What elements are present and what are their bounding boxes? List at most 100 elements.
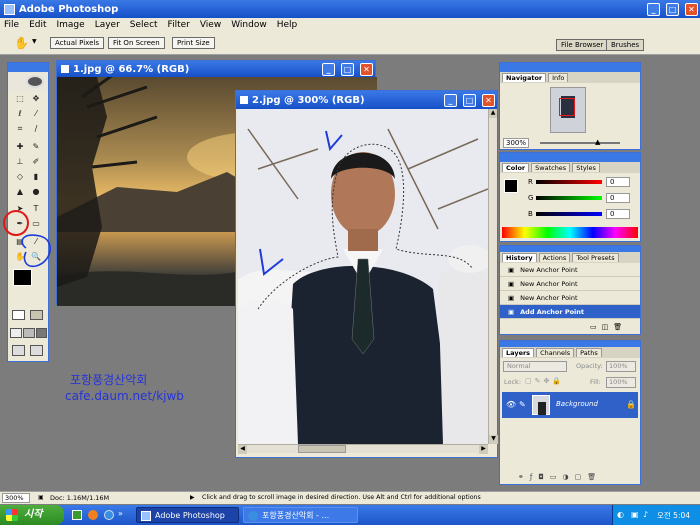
gradient-tool-icon[interactable]: ▮ [29,171,43,183]
navigator-zoom-field[interactable]: 300% [503,138,530,148]
scroll-right-arrow-icon[interactable]: ▶ [479,445,488,454]
tab-info[interactable]: Info [548,73,569,82]
actual-pixels-button[interactable]: Actual Pixels [50,37,104,49]
minimize-button[interactable]: _ [647,2,660,16]
tab-paths[interactable]: Paths [576,348,602,357]
history-item[interactable]: ▣ New Anchor Point [500,277,640,291]
new-snapshot-icon[interactable]: ◫ [602,323,614,331]
brushes-tab[interactable]: Brushes [606,39,645,51]
menu-layer[interactable]: Layer [95,20,120,30]
horizontal-scroll-thumb[interactable] [298,445,346,453]
history-item[interactable]: ▣ New Anchor Point [500,291,640,305]
dodge-tool-icon[interactable]: ● [29,186,43,198]
quick-mask-mode-icon[interactable] [30,310,43,320]
tab-color[interactable]: Color [502,163,530,172]
tab-layers[interactable]: Layers [502,348,535,357]
doc2-maximize-button[interactable]: □ [463,93,476,107]
slice-tool-icon[interactable]: ∕ [29,123,43,135]
delete-icon[interactable]: 🗑 [613,323,627,331]
blur-tool-icon[interactable]: ▲ [13,186,27,198]
tab-tool-presets[interactable]: Tool Presets [572,253,619,262]
move-tool-icon[interactable]: ✥ [29,93,43,105]
channel-g-value[interactable]: 0 [606,193,630,203]
tray-icon[interactable]: ◐ [617,510,624,519]
menu-file[interactable]: File [4,20,19,30]
blend-mode-select[interactable]: Normal [503,361,567,372]
brush-tool-icon[interactable]: ✎ [29,141,43,153]
quicklaunch-desktop-icon[interactable] [72,510,82,520]
scroll-down-arrow-icon[interactable]: ▼ [489,435,498,444]
scroll-left-arrow-icon[interactable]: ◀ [238,445,247,454]
channel-b-value[interactable]: 0 [606,209,630,219]
fit-on-screen-button[interactable]: Fit On Screen [108,37,165,49]
screen-mode-full-menu-icon[interactable] [23,328,35,338]
new-layer-icon[interactable]: ▢ [575,473,588,481]
doc1-minimize-button[interactable]: _ [322,62,335,76]
tab-navigator[interactable]: Navigator [502,73,547,82]
menu-edit[interactable]: Edit [29,20,46,30]
link-layers-icon[interactable]: ⚭ [518,473,530,481]
delete-layer-icon[interactable]: 🗑 [587,473,602,481]
tool-preset-dropdown-icon[interactable]: ▼ [32,38,37,45]
tab-styles[interactable]: Styles [572,163,600,172]
jump-to-imageready-icon[interactable] [12,345,25,356]
menu-image[interactable]: Image [57,20,85,30]
menu-filter[interactable]: Filter [168,20,190,30]
crop-tool-icon[interactable]: ⌗ [13,123,27,135]
quicklaunch-more-icon[interactable]: » [118,509,123,518]
standard-mode-icon[interactable] [12,310,25,320]
file-browser-tab[interactable]: File Browser [556,39,609,51]
menu-window[interactable]: Window [231,20,267,30]
tray-network-icon[interactable]: ▣ [631,510,639,519]
maximize-button[interactable]: □ [666,2,679,16]
navigator-zoom-slider[interactable] [540,142,620,144]
edit-in-imageready-icon[interactable] [30,345,43,356]
color-ramp[interactable] [502,227,638,238]
doc1-close-button[interactable]: ✕ [360,62,373,76]
status-zoom-field[interactable]: 300% [2,493,30,503]
doc2-close-button[interactable]: ✕ [482,93,495,107]
tab-actions[interactable]: Actions [538,253,571,262]
lock-icons[interactable]: ▢✎✥🔒 [525,377,564,385]
doc2-minimize-button[interactable]: _ [444,93,457,107]
channel-r-value[interactable]: 0 [606,177,630,187]
channel-g-slider[interactable] [536,196,602,200]
lasso-tool-icon[interactable]: ℓ [13,108,27,120]
opacity-field[interactable]: 100% [606,361,636,372]
taskbar-photoshop-button[interactable]: Adobe Photoshop [136,507,239,523]
clone-stamp-tool-icon[interactable]: ⊥ [13,156,27,168]
menu-select[interactable]: Select [130,20,158,30]
status-arrow-icon[interactable]: ▶ [190,494,195,501]
zoom-slider-thumb-icon[interactable]: ▲ [595,138,600,146]
tray-clock[interactable]: 오전 5:04 [657,510,690,521]
close-button[interactable]: ✕ [685,2,698,16]
healing-brush-tool-icon[interactable]: ✚ [13,141,27,153]
screen-mode-standard-icon[interactable] [10,328,22,338]
doc2-vertical-scrollbar[interactable]: ▲ ▼ [488,109,498,444]
screen-mode-full-icon[interactable] [36,328,47,338]
layer-row-background[interactable]: 👁 ✎ Background 🔒 [502,392,638,418]
magic-wand-tool-icon[interactable]: ⁄ [29,108,43,120]
adjustment-layer-icon[interactable]: ◑ [563,473,575,481]
menu-help[interactable]: Help [277,20,298,30]
fill-field[interactable]: 100% [606,377,636,388]
quicklaunch-ie-icon[interactable] [104,510,114,520]
print-size-button[interactable]: Print Size [172,37,215,49]
menu-view[interactable]: View [200,20,221,30]
new-set-icon[interactable]: ▭ [550,473,563,481]
history-item[interactable]: ▣ New Anchor Point [500,263,640,277]
hand-tool-icon[interactable]: ✋ [14,36,29,50]
doc2-horizontal-scrollbar[interactable]: ◀ ▶ [238,444,488,454]
taskbar-browser-button[interactable]: 포항풍경산악회 - ... [243,507,358,523]
quicklaunch-app-icon[interactable] [88,510,98,520]
marquee-tool-icon[interactable]: ⬚ [13,93,27,105]
color-foreground-swatch[interactable] [504,179,518,193]
channel-b-slider[interactable] [536,212,602,216]
history-brush-tool-icon[interactable]: ✐ [29,156,43,168]
history-item-selected[interactable]: ▣ Add Anchor Point [500,305,640,319]
tab-channels[interactable]: Channels [536,348,575,357]
eraser-tool-icon[interactable]: ◇ [13,171,27,183]
add-mask-icon[interactable]: ◘ [538,473,550,481]
scroll-up-arrow-icon[interactable]: ▲ [489,109,497,118]
status-doc-size[interactable]: Doc: 1.16M/1.16M [50,494,109,502]
